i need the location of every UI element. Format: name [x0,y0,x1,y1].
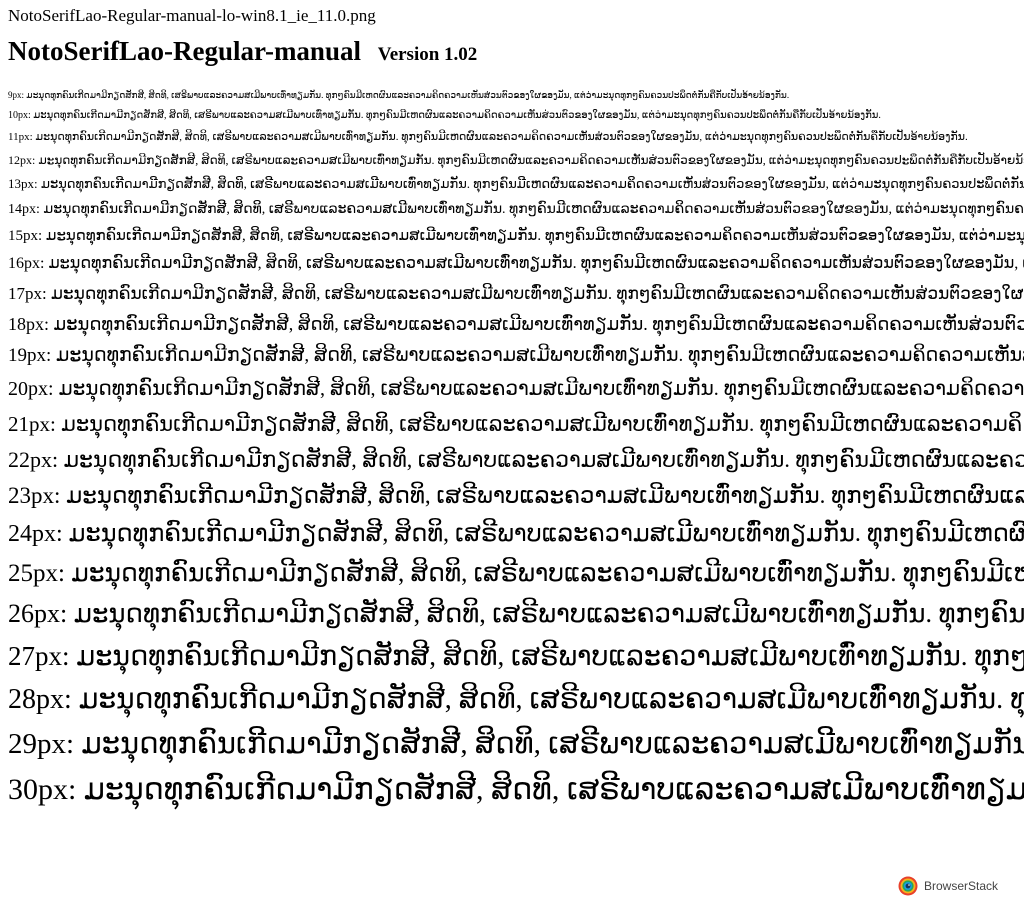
badge-text: BrowserStack [924,879,999,893]
sample-text: ມະນຸດທຸກຄົນເກີດມາມີກຽດສັກສີ, ສິດທິ, ເສຣີ… [38,153,1024,167]
sample-line-16px: 16px: ມະນຸດທຸກຄົນເກີດມາມີກຽດສັກສີ, ສິດທິ… [8,252,1024,276]
sample-text: ມະນຸດທຸກຄົນເກີດມາມີກຽດສັກສີ, ສິດທິ, ເສຣີ… [40,176,1024,191]
sample-text: ມະນຸດທຸກຄົນເກີດມາມີກຽດສັກສີ, ສິດທິ, ເສຣີ… [50,284,1024,303]
sample-line-9px: 9px: ມະນຸດທຸກຄົນເກີດມາມີກຽດສັກສີ, ສິດທິ,… [8,88,1024,103]
size-label: 29px: [8,728,75,760]
sample-line-15px: 15px: ມະນຸດທຸກຄົນເກີດມາມີກຽດສັກສີ, ສິດທິ… [8,225,1024,247]
size-label: 20px: [8,378,54,400]
sample-line-30px: 30px: ມະນຸດທຸກຄົນເກີດມາມີກຽດສັກສີ, ສິດທິ… [8,769,1024,811]
sample-line-13px: 13px: ມະນຸດທຸກຄົນເກີດມາມີກຽດສັກສີ, ສິດທິ… [8,174,1024,194]
sample-text: ມະນຸດທຸກຄົນເກີດມາມີກຽດສັກສີ, ສິດທິ, ເສຣີ… [35,131,968,143]
sample-text: ມະນຸດທຸກຄົນເກີດມາມີກຽດສັກສີ, ສິດທິ, ເສຣີ… [43,202,1024,217]
sample-line-28px: 28px: ມະນຸດທຸກຄົນເກີດມາມີກຽດສັກສີ, ສິດທິ… [8,680,1024,719]
sample-line-20px: 20px: ມະນຸດທຸກຄົນເກີດມາມີກຽດສັກສີ, ສິດທິ… [8,375,1024,404]
size-label: 19px: [8,345,52,366]
size-label: 11px: [8,131,33,143]
size-label: 16px: [8,255,45,272]
size-label: 17px: [8,284,47,303]
sample-text: ມະນຸດທຸກຄົນເກີດມາມີກຽດສັກສີ, ສິດທິ, ເສຣີ… [45,228,1024,244]
sample-line-14px: 14px: ມະນຸດທຸກຄົນເກີດມາມີກຽດສັກສີ, ສິດທິ… [8,199,1024,220]
sample-line-25px: 25px: ມະນຸດທຸກຄົນເກີດມາມີກຽດສັກສີ, ສິດທິ… [8,556,1024,591]
sample-line-18px: 18px: ມະນຸດທຸກຄົນເກີດມາມີກຽດສັກສີ, ສິດທິ… [8,311,1024,337]
size-label: 27px: [8,641,70,671]
sample-text: ມະນຸດທຸກຄົນເກີດມາມີກຽດສັກສີ, ສິດທິ, ເສຣີ… [73,599,1024,628]
sample-line-26px: 26px: ມະນຸດທຸກຄົນເກີດມາມີກຽດສັກສີ, ສິດທິ… [8,596,1024,632]
sample-text: ມະນຸດທຸກຄົນເກີດມາມີກຽດສັກສີ, ສິດທິ, ເສຣີ… [83,773,1024,806]
font-sample-list: 9px: ມະນຸດທຸກຄົນເກີດມາມີກຽດສັກສີ, ສິດທິ,… [8,88,1024,811]
sample-text: ມະນຸດທຸກຄົນເກີດມາມີກຽດສັກສີ, ສິດທິ, ເສຣີ… [78,684,1024,715]
sample-text: ມະນຸດທຸກຄົນເກີດມາມີກຽດສັກສີ, ສິດທິ, ເສຣີ… [56,345,1024,366]
sample-text: ມະນຸດທຸກຄົນເກີດມາມີກຽດສັກສີ, ສິດທິ, ເສຣີ… [53,314,1024,334]
sample-line-21px: 21px: ມະນຸດທຸກຄົນເກີດມາມີກຽດສັກສີ, ສິດທິ… [8,409,1024,439]
sample-text: ມະນຸດທຸກຄົນເກີດມາມີກຽດສັກສີ, ສິດທິ, ເສຣີ… [33,110,881,121]
browserstack-badge: BrowserStack [898,876,998,896]
sample-line-23px: 23px: ມະນຸດທຸກຄົນເກີດມາມີກຽດສັກສີ, ສິດທິ… [8,480,1024,512]
size-label: 21px: [8,412,56,436]
size-label: 15px: [8,228,43,244]
size-label: 9px: [8,90,25,100]
size-label: 10px: [8,110,31,121]
sample-text: ມະນຸດທຸກຄົນເກີດມາມີກຽດສັກສີ, ສິດທິ, ເສຣີ… [66,483,1024,508]
size-label: 14px: [8,202,40,217]
file-name: NotoSerifLao-Regular-manual-lo-win8.1_ie… [8,6,376,25]
size-label: 22px: [8,447,59,472]
sample-line-24px: 24px: ມະນຸດທຸກຄົນເກີດມາມີກຽດສັກສີ, ສິດທິ… [8,517,1024,551]
page-title: NotoSerifLao-Regular-manual Version 1.02 [8,35,477,71]
size-label: 26px: [8,599,68,628]
sample-line-11px: 11px: ມະນຸດທຸກຄົນເກີດມາມີກຽດສັກສີ, ສິດທິ… [8,129,1024,146]
sample-text: ມະນຸດທຸກຄົນເກີດມາມີກຽດສັກສີ, ສິດທິ, ເສຣີ… [81,728,1024,760]
size-label: 12px: [8,153,36,167]
sample-text: ມະນຸດທຸກຄົນເກີດມາມີກຽດສັກສີ, ສິດທິ, ເສຣີ… [58,378,1024,400]
size-label: 13px: [8,176,38,191]
sample-line-29px: 29px: ມະນຸດທຸກຄົນເກີດມາມີກຽດສັກສີ, ສິດທິ… [8,724,1024,764]
sample-line-19px: 19px: ມະນຸດທຸກຄົນເກີດມາມີກຽດສັກສີ, ສິດທິ… [8,342,1024,370]
size-label: 30px: [8,773,77,806]
sample-line-10px: 10px: ມະນຸດທຸກຄົນເກີດມາມີກຽດສັກສີ, ສິດທິ… [8,108,1024,124]
browserstack-logo-icon [898,876,918,896]
sample-text: ມະນຸດທຸກຄົນເກີດມາມີກຽດສັກສີ, ສິດທິ, ເສຣີ… [76,641,1024,671]
sample-text: ມະນຸດທຸກຄົນເກີດມາມີກຽດສັກສີ, ສິດທິ, ເສຣີ… [26,90,790,100]
size-label: 25px: [8,560,65,587]
sample-text: ມະນຸດທຸກຄົນເກີດມາມີກຽດສັກສີ, ສິດທິ, ເສຣີ… [63,447,1024,472]
sample-text: ມະນຸດທຸກຄົນເກີດມາມີກຽດສັກສີ, ສິດທິ, ເສຣີ… [71,560,1024,587]
version-label: Version 1.02 [377,44,478,65]
size-label: 23px: [8,483,61,508]
size-label: 28px: [8,684,72,715]
sample-line-12px: 12px: ມະນຸດທຸກຄົນເກີດມາມີກຽດສັກສີ, ສິດທິ… [8,151,1024,169]
sample-text: ມະນຸດທຸກຄົນເກີດມາມີກຽດສັກສີ, ສິດທິ, ເສຣີ… [61,412,1024,436]
sample-text: ມະນຸດທຸກຄົນເກີດມາມີກຽດສັກສີ, ສິດທິ, ເສຣີ… [48,255,1024,272]
size-label: 24px: [8,521,63,547]
sample-line-17px: 17px: ມະນຸດທຸກຄົນເກີດມາມີກຽດສັກສີ, ສິດທິ… [8,281,1024,306]
sample-text: ມະນຸດທຸກຄົນເກີດມາມີກຽດສັກສີ, ສິດທິ, ເສຣີ… [68,521,1024,547]
font-name: NotoSerifLao-Regular-manual [8,36,361,66]
sample-line-22px: 22px: ມະນຸດທຸກຄົນເກີດມາມີກຽດສັກສີ, ສິດທິ… [8,444,1024,475]
size-label: 18px: [8,314,50,334]
sample-line-27px: 27px: ມະນຸດທຸກຄົນເກີດມາມີກຽດສັກສີ, ສິດທິ… [8,637,1024,675]
